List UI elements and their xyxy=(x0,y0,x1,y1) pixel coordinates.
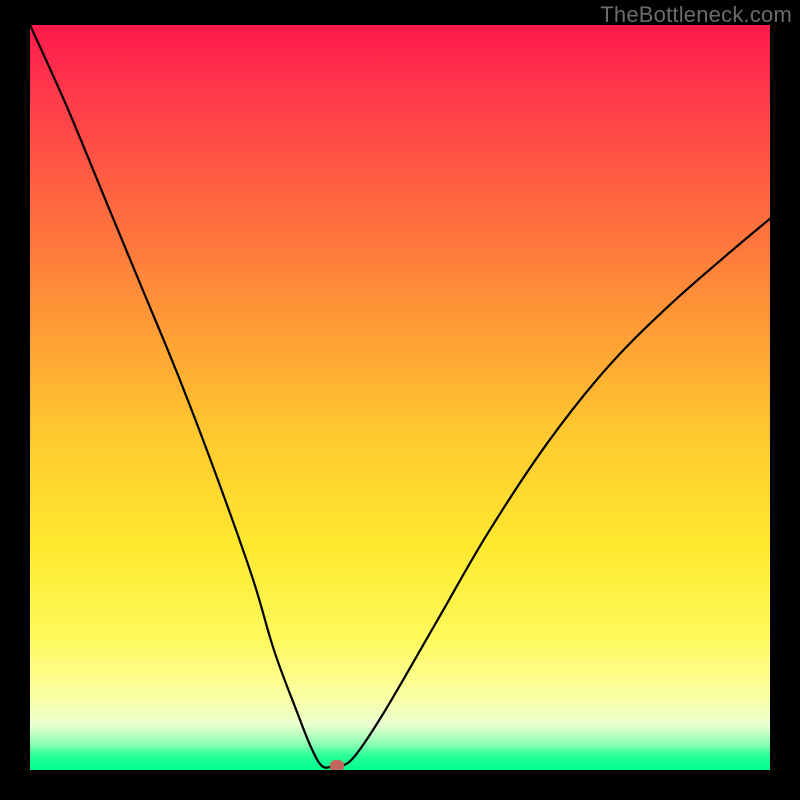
watermark-text: TheBottleneck.com xyxy=(600,2,792,28)
bottleneck-curve-path xyxy=(30,25,770,768)
plot-area xyxy=(30,25,770,770)
minimum-marker xyxy=(330,760,344,770)
chart-frame: TheBottleneck.com xyxy=(0,0,800,800)
curve-layer xyxy=(30,25,770,770)
